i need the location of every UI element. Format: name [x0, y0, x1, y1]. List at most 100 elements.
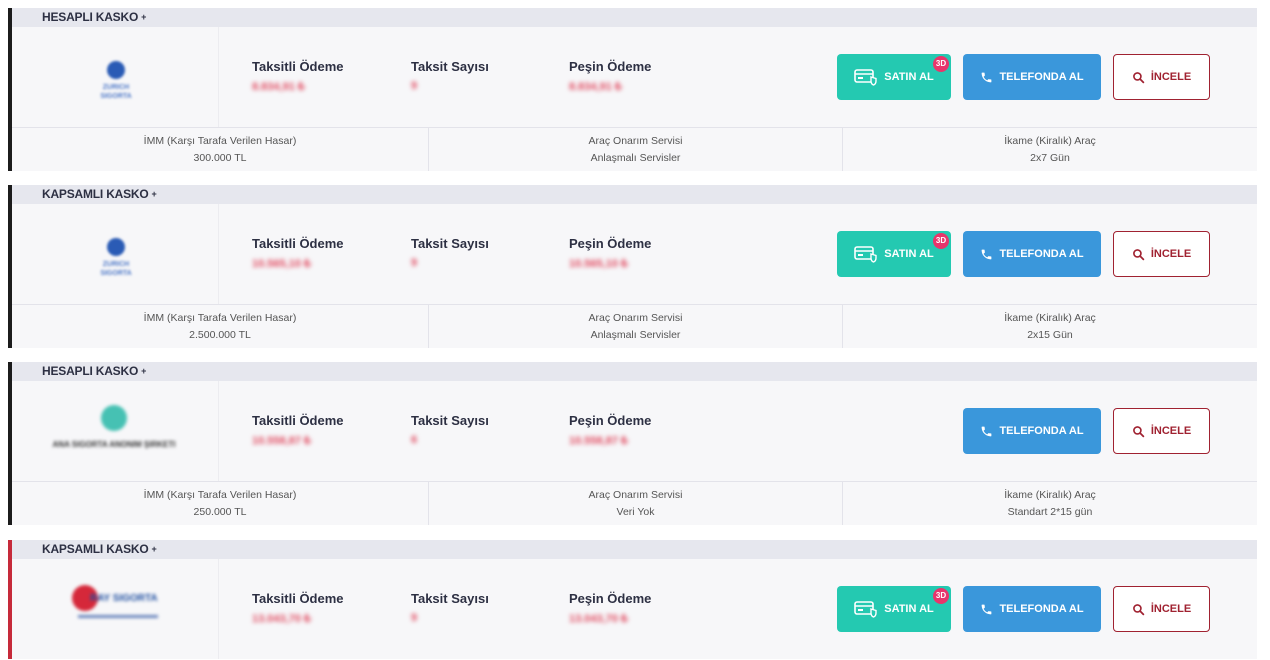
coverage-row: İMM (Karşı Tarafa Verilen Hasar) 300.000… [12, 127, 1257, 171]
zurich-logo: ZURICH SIGORTA [88, 61, 144, 101]
plan-name: KAPSAMLI KASKO [42, 187, 149, 201]
3d-secure-badge: 3D [933, 588, 949, 604]
cash-value: 8.834,91 ₺ [569, 81, 622, 93]
review-button[interactable]: İNCELE [1113, 586, 1210, 632]
3d-secure-badge: 3D [933, 233, 949, 249]
service-cell: Araç Onarım Servisi Veri Yok [428, 482, 842, 525]
service-cell: Araç Onarım Servisi Anlaşmalı Servisler [428, 305, 842, 348]
installment-value: 8.834,91 ₺ [252, 81, 305, 93]
rental-value: 2x7 Gün [1030, 152, 1070, 164]
offer-main: ANA SIGORTA ANONIM ŞIRKETI Taksitli Ödem… [12, 381, 1257, 481]
buy-label: SATIN AL [884, 248, 934, 260]
search-icon [1132, 248, 1145, 260]
buy-button[interactable]: SATIN AL 3D [837, 54, 951, 100]
offer-card-3: HESAPLI KASKO + ANA SIGORTA ANONIM ŞIRKET… [8, 362, 1257, 525]
imm-label: İMM (Karşı Tarafa Verilen Hasar) [143, 489, 297, 501]
installment-value: 10.565,10 ₺ [252, 258, 311, 270]
installment-value: 10.558,87 ₺ [252, 435, 311, 447]
cash-label: Peşin Ödeme [569, 591, 652, 606]
cash-column: Peşin Ödeme 10.565,10 ₺ [569, 236, 651, 270]
installment-column: Taksitli Ödeme 8.834,91 ₺ [252, 59, 344, 93]
installment-count-label: Taksit Sayısı [411, 413, 489, 428]
secure-card-icon [854, 601, 877, 618]
phone-buy-label: TELEFONDA AL [999, 425, 1084, 437]
service-value: Anlaşmalı Servisler [590, 152, 681, 164]
plan-name: HESAPLI KASKO [42, 364, 139, 378]
phone-icon [982, 72, 992, 82]
installment-count-column: Taksit Sayısı 6 [411, 413, 489, 446]
insurer-logo-cell: ZURICH SIGORTA [12, 27, 219, 127]
installment-label: Taksitli Ödeme [252, 591, 344, 606]
ray-tagline-bar [78, 615, 158, 618]
service-label: Araç Onarım Servisi [588, 489, 683, 501]
insurer-logo-cell: RAY SIGORTA [12, 559, 219, 659]
plan-header: HESAPLI KASKO + [12, 362, 1257, 381]
secure-card-icon [854, 246, 877, 263]
installment-value: 13.043,70 ₺ [252, 613, 311, 625]
buy-button[interactable]: SATIN AL 3D [837, 231, 951, 277]
cash-label: Peşin Ödeme [569, 236, 652, 251]
review-label: İNCELE [1150, 603, 1192, 615]
review-button[interactable]: İNCELE [1113, 408, 1210, 454]
rental-label: İkame (Kiralık) Araç [1004, 489, 1096, 501]
phone-buy-label: TELEFONDA AL [999, 603, 1084, 615]
installment-count-column: Taksit Sayısı 9 [411, 59, 489, 92]
phone-icon [982, 249, 992, 259]
secure-card-icon [854, 69, 877, 86]
review-label: İNCELE [1150, 425, 1192, 437]
insurer-name: ZURICH SIGORTA [100, 261, 132, 277]
review-label: İNCELE [1150, 71, 1192, 83]
insurer-logo-cell: ZURICH SIGORTA [12, 204, 219, 304]
installment-column: Taksitli Ödeme 10.565,10 ₺ [252, 236, 344, 270]
coverage-row: İMM (Karşı Tarafa Verilen Hasar) 2.500.0… [12, 304, 1257, 348]
installment-count-value: 6 [411, 434, 418, 446]
installment-label: Taksitli Ödeme [252, 236, 344, 251]
plan-header: KAPSAMLI KASKO + [12, 540, 1257, 559]
installment-column: Taksitli Ödeme 13.043,70 ₺ [252, 591, 344, 625]
installment-count-column: Taksit Sayısı 9 [411, 236, 489, 269]
phone-buy-button[interactable]: TELEFONDA AL [963, 231, 1101, 277]
plan-plus: + [141, 12, 147, 22]
insurer-name: RAY SIGORTA [90, 593, 158, 604]
imm-value: 300.000 TL [193, 152, 247, 164]
coverage-row: İMM (Karşı Tarafa Verilen Hasar) 250.000… [12, 481, 1257, 525]
cash-value: 13.043,70 ₺ [569, 613, 628, 625]
search-icon [1132, 603, 1145, 615]
imm-cell: İMM (Karşı Tarafa Verilen Hasar) 300.000… [12, 128, 428, 171]
review-button[interactable]: İNCELE [1113, 231, 1210, 277]
phone-buy-button[interactable]: TELEFONDA AL [963, 586, 1101, 632]
buy-label: SATIN AL [884, 603, 934, 615]
phone-buy-button[interactable]: TELEFONDA AL [963, 54, 1101, 100]
rental-value: Standart 2*15 gün [1007, 506, 1093, 518]
ana-sigorta-logo: ANA SIGORTA ANONIM ŞIRKETI [44, 405, 184, 452]
phone-buy-button[interactable]: TELEFONDA AL [963, 408, 1101, 454]
service-label: Araç Onarım Servisi [588, 135, 683, 147]
rental-cell: İkame (Kiralık) Araç Standart 2*15 gün [842, 482, 1257, 525]
installment-label: Taksitli Ödeme [252, 59, 344, 74]
rental-cell: İkame (Kiralık) Araç 2x15 Gün [842, 305, 1257, 348]
phone-buy-label: TELEFONDA AL [999, 248, 1084, 260]
offer-main: RAY SIGORTA Taksitli Ödeme 13.043,70 ₺ T… [12, 559, 1257, 659]
rental-label: İkame (Kiralık) Araç [1004, 312, 1096, 324]
service-value: Veri Yok [616, 506, 655, 518]
installment-count-label: Taksit Sayısı [411, 59, 489, 74]
installment-count-value: 9 [411, 80, 418, 92]
installment-count-label: Taksit Sayısı [411, 236, 489, 251]
insurer-name: ZURICH SIGORTA [100, 84, 132, 100]
offer-main: ZURICH SIGORTA Taksitli Ödeme 8.834,91 ₺… [12, 27, 1257, 127]
buy-button[interactable]: SATIN AL 3D [837, 586, 951, 632]
search-icon [1132, 71, 1145, 83]
installment-column: Taksitli Ödeme 10.558,87 ₺ [252, 413, 344, 447]
review-label: İNCELE [1150, 248, 1192, 260]
zurich-emblem-icon [107, 238, 125, 256]
insurer-logo-cell: ANA SIGORTA ANONIM ŞIRKETI [12, 381, 219, 481]
buy-label: SATIN AL [884, 71, 934, 83]
search-icon [1132, 425, 1145, 437]
offer-main: ZURICH SIGORTA Taksitli Ödeme 10.565,10 … [12, 204, 1257, 304]
cash-value: 10.558,87 ₺ [569, 435, 628, 447]
review-button[interactable]: İNCELE [1113, 54, 1210, 100]
imm-value: 250.000 TL [193, 506, 247, 518]
imm-cell: İMM (Karşı Tarafa Verilen Hasar) 2.500.0… [12, 305, 428, 348]
cash-column: Peşin Ödeme 8.834,91 ₺ [569, 59, 651, 93]
phone-icon [982, 604, 992, 614]
